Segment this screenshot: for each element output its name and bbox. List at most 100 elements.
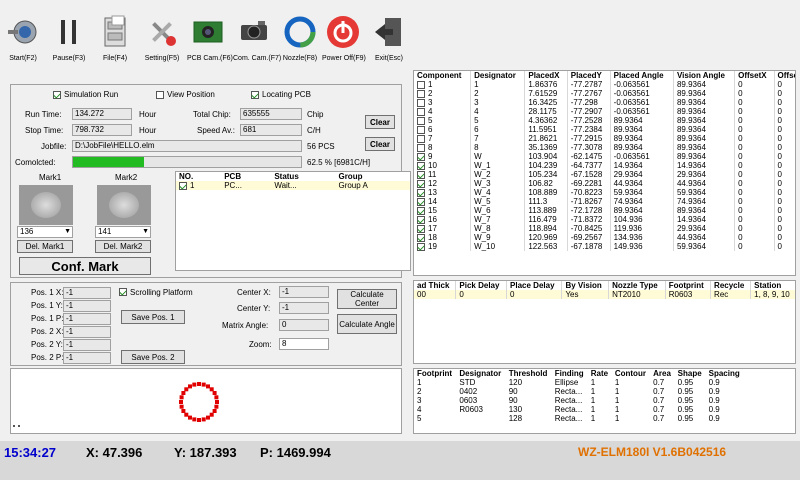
power-off-button[interactable]: Power Off(F9) <box>322 14 366 66</box>
mark1-select[interactable]: 136 ▼ <box>17 226 73 238</box>
hour-unit: Hour <box>139 110 157 119</box>
run-info-panel: Simulation Run View Position Locating PC… <box>10 84 402 176</box>
column-header: Threshold <box>508 369 548 378</box>
column-header: Contour <box>614 369 646 378</box>
row-checkbox[interactable] <box>417 125 425 134</box>
column-header: Designator <box>459 369 502 378</box>
table-row[interactable]: 15 W_6 113.889 -72.1728 89.9364 89.9364 0 0 <box>414 206 795 215</box>
pos-field: -1 <box>63 326 111 338</box>
file-button[interactable]: File(F4) <box>94 14 136 66</box>
table-row[interactable]: 3 0603 90 Recta... 1 1 0.7 0.95 0.9 <box>414 396 744 405</box>
nozzle-dot <box>215 400 219 404</box>
confirm-mark-button[interactable]: Conf. Mark <box>19 257 151 275</box>
nozzle-dot <box>181 409 186 413</box>
table-row[interactable]: 16 W_7 116.479 -71.8372 104.936 14.9364 0 0 <box>414 215 795 224</box>
position-panel: Pos. 1 X: -1 Pos. 1 Y: -1 Pos. 1 P: -1 Pos. 2 … <box>10 282 402 366</box>
zoom-field[interactable]: 8 <box>279 338 329 350</box>
table-row[interactable]: 12 W_3 106.82 -69.2281 44.9364 44.9364 0 0 <box>414 179 795 188</box>
row-checkbox[interactable] <box>417 161 425 170</box>
column-header: PlacedX <box>524 71 568 80</box>
center-x-field: -1 <box>279 286 329 298</box>
scrolling-platform-checkbox[interactable]: Scrolling Platform <box>119 288 193 297</box>
table-row[interactable]: 6 6 11.5951 -77.2384 89.9364 89.9364 0 0 <box>414 125 795 134</box>
pause-icon <box>61 20 76 44</box>
table-row[interactable]: 4 R0603 130 Recta... 1 1 0.7 0.95 0.9 <box>414 405 744 414</box>
clear-button-2[interactable]: Clear <box>365 137 395 151</box>
locating-pcb-checkbox[interactable]: Locating PCB <box>251 90 311 99</box>
pos-label: Pos. 1 X: <box>31 288 64 297</box>
table-row[interactable]: 3 3 16.3425 -77.298 -0.063561 89.9364 0 0 <box>414 98 795 107</box>
table-row[interactable]: 5 5 4.36362 -77.2528 89.9364 89.9364 0 0 <box>414 116 795 125</box>
pcb-camera-icon <box>193 21 223 43</box>
row-checkbox[interactable] <box>417 89 425 98</box>
table-row[interactable]: 4 4 28.1175 -77.2907 -0.063561 89.9364 0 0 <box>414 107 795 116</box>
setting-button[interactable]: Setting(F5) <box>141 14 183 66</box>
table-row[interactable]: 10 W_1 104.239 -64.7377 14.9364 14.9364 0 0 <box>414 161 795 170</box>
nozzle-button[interactable]: Nozzle(F8) <box>279 14 321 66</box>
table-row[interactable]: 7 7 21.8621 -77.2915 89.9364 89.9364 0 0 <box>414 134 795 143</box>
row-checkbox[interactable] <box>417 197 425 206</box>
calculate-center-button[interactable]: Calculate Center <box>337 289 397 309</box>
row-checkbox[interactable] <box>417 98 425 107</box>
component-camera-button[interactable]: Com. Cam.(F7) <box>233 14 281 66</box>
row-checkbox[interactable] <box>417 188 425 197</box>
clear-button[interactable]: Clear <box>365 115 395 129</box>
column-header: PlacedY <box>567 71 611 80</box>
table-row[interactable]: 11 W_2 105.234 -67.1528 29.9364 29.9364 0 0 <box>414 170 795 179</box>
completed-label: Comolcted: <box>15 158 56 167</box>
pause-button[interactable]: Pause(F3) <box>48 14 90 66</box>
row-checkbox[interactable] <box>417 206 425 215</box>
row-checkbox[interactable] <box>417 143 425 152</box>
row-checkbox[interactable] <box>417 242 425 251</box>
table-row[interactable]: 1 1 1.86376 -77.2787 -0.063561 89.9364 0 0 <box>414 80 795 89</box>
table-row[interactable]: 1 STD 120 Ellipse 1 1 0.7 0.95 0.9 <box>414 378 744 387</box>
view-position-checkbox[interactable]: View Position <box>156 90 215 99</box>
column-header: Component <box>414 71 472 80</box>
table-row[interactable]: 18 W_9 120.969 -69.2567 134.936 44.9364 0 0 <box>414 233 795 242</box>
start-button[interactable]: Start(F2) <box>2 14 44 66</box>
column-header: Shape <box>677 369 702 378</box>
calculate-angle-button[interactable]: Calculate Angle <box>337 314 397 334</box>
table-row[interactable]: 2 2 7.61529 -77.2767 -0.063561 89.9364 0 0 <box>414 89 795 98</box>
nozzle-dot <box>192 417 197 422</box>
del-mark1-button[interactable]: Del. Mark1 <box>17 240 73 253</box>
row-checkbox[interactable] <box>417 134 425 143</box>
mark2-select[interactable]: 141 ▼ <box>95 226 151 238</box>
table-row[interactable]: 5 128 Recta... 1 1 0.7 0.95 0.9 <box>414 414 744 423</box>
save-pos1-button[interactable]: Save Pos. 1 <box>121 310 185 324</box>
column-header: PCB <box>224 172 242 181</box>
table-row[interactable]: 17 W_8 118.894 -70.8425 119.936 29.9364 0 0 <box>414 224 795 233</box>
chip-unit: Chip <box>307 110 324 119</box>
exit-button[interactable]: Exit(Esc) <box>368 14 410 66</box>
row-checkbox[interactable] <box>417 179 425 188</box>
table-row[interactable]: 13 W_4 108.889 -70.8223 59.9364 59.9364 0 0 <box>414 188 795 197</box>
simulation-run-checkbox[interactable]: Simulation Run <box>53 90 118 99</box>
speed-field: 681 <box>240 124 302 136</box>
table-row[interactable]: 1 PC... Wait... Group A <box>176 181 410 190</box>
row-checkbox[interactable] <box>417 107 425 116</box>
table-row[interactable]: 9 W 103.904 -62.1475 -0.063561 89.9364 0 0 <box>414 152 795 161</box>
save-pos2-button[interactable]: Save Pos. 2 <box>121 350 185 364</box>
table-row[interactable]: 19 W_10 122.563 -67.1878 149.936 59.9364 0 0 <box>414 242 795 251</box>
table-row[interactable]: 8 8 35.1369 -77.3078 89.9364 89.9364 0 0 <box>414 143 795 152</box>
row-checkbox[interactable] <box>417 80 425 89</box>
table-row[interactable]: 00 0 0 Yes NT2010 R0603 Rec 1, 8, 9, 10 <box>414 290 795 299</box>
del-mark2-button[interactable]: Del. Mark2 <box>95 240 151 253</box>
mark2-label: Mark2 <box>115 173 138 182</box>
column-header: Recycle <box>710 281 752 290</box>
table-row[interactable]: 14 W_5 111.3 -71.8267 74.9364 74.9364 0 0 <box>414 197 795 206</box>
completed-text: 62.5 % [6981C/H] <box>307 158 371 167</box>
row-checkbox[interactable] <box>417 170 425 179</box>
row-checkbox[interactable] <box>417 233 425 242</box>
table-row[interactable]: 2 0402 90 Recta... 1 1 0.7 0.95 0.9 <box>414 387 744 396</box>
progress-fill <box>73 157 144 167</box>
pos-label: Pos. 2 X: <box>31 327 64 336</box>
row-checkbox[interactable] <box>417 152 425 161</box>
pcb-camera-button[interactable]: PCB Cam.(F6) <box>187 14 233 66</box>
column-header: Pick Delay <box>455 281 508 290</box>
row-checkbox[interactable] <box>417 224 425 233</box>
row-checkbox[interactable] <box>417 116 425 125</box>
nozzle-dot <box>212 391 217 395</box>
row-checkbox[interactable] <box>417 215 425 224</box>
column-header: OffsetY <box>774 71 795 80</box>
